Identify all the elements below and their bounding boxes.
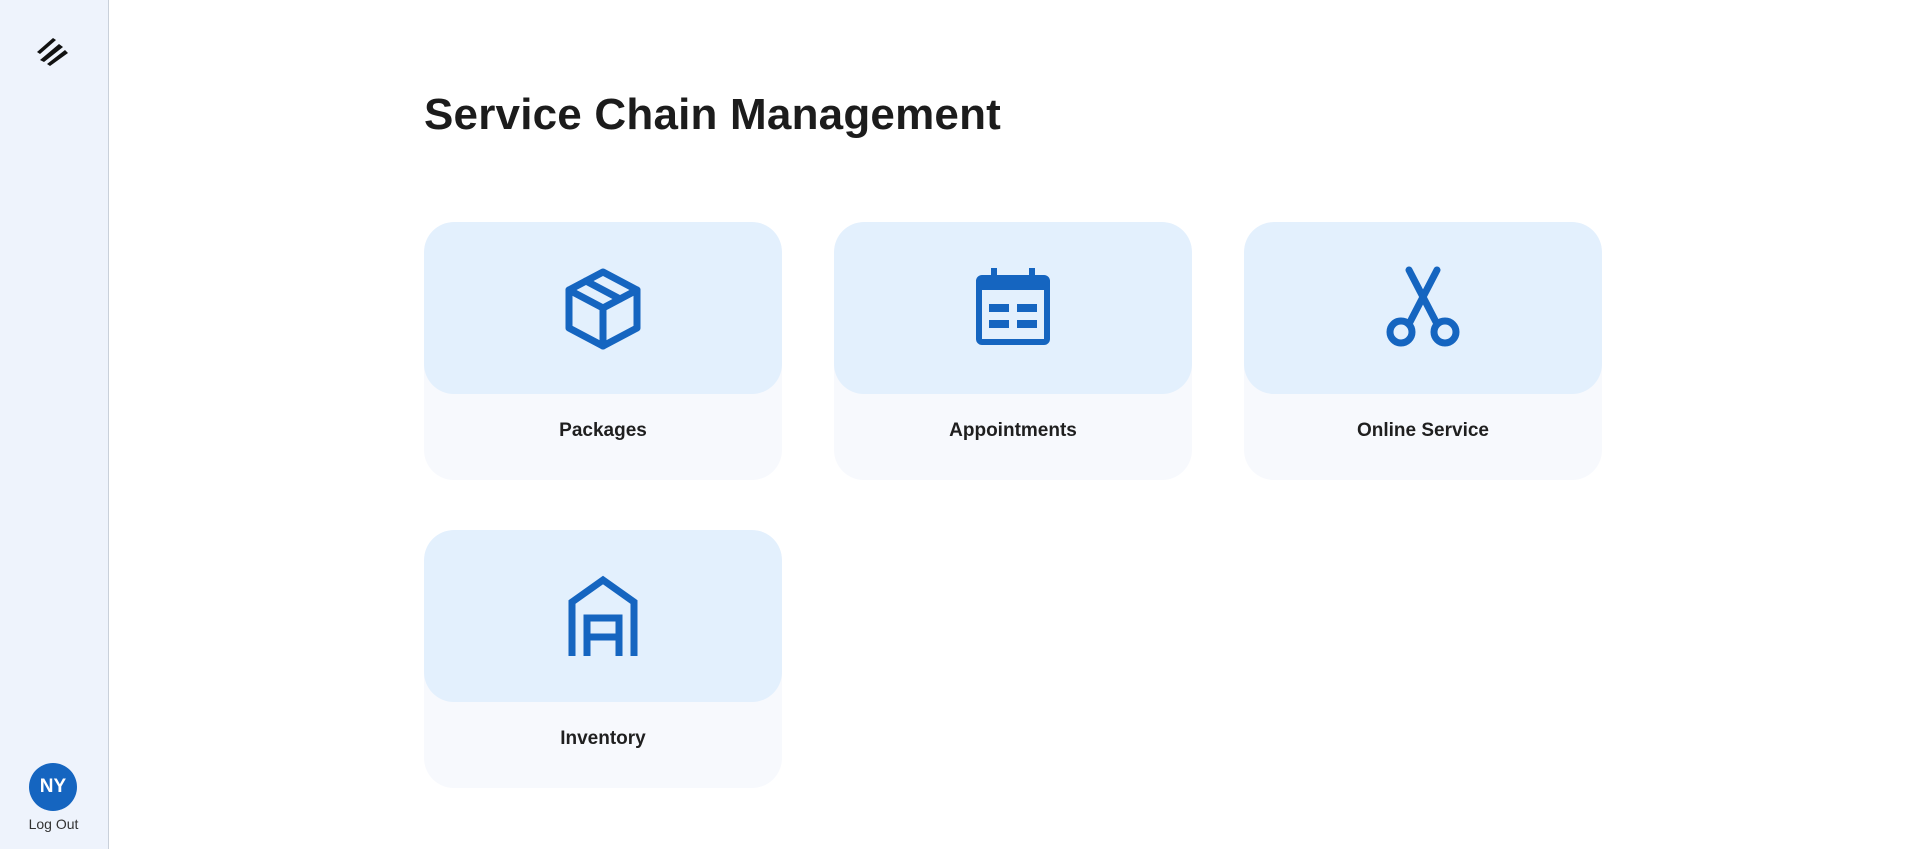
main-content: Service Chain Management Packages Appoin…	[110, 0, 1914, 849]
card-icon-area	[424, 222, 782, 394]
card-label: Appointments	[949, 420, 1077, 441]
scissors-icon	[1386, 266, 1460, 347]
page-title: Service Chain Management	[424, 90, 1001, 139]
app-logo[interactable]	[33, 30, 73, 70]
card-inventory[interactable]: Inventory	[424, 530, 782, 788]
package-box-icon	[565, 268, 641, 350]
card-label: Inventory	[560, 728, 646, 749]
calendar-icon	[976, 268, 1050, 345]
card-label: Online Service	[1356, 420, 1489, 441]
card-icon-area	[424, 530, 782, 702]
logout-link[interactable]: Log Out	[0, 816, 107, 832]
sidebar: NY Log Out	[0, 0, 109, 849]
user-avatar[interactable]: NY	[29, 763, 77, 811]
card-packages[interactable]: Packages	[424, 222, 782, 480]
warehouse-icon	[568, 575, 638, 656]
card-online-service[interactable]: Online Service	[1244, 222, 1602, 480]
card-label: Packages	[559, 420, 647, 441]
card-icon-area	[1244, 222, 1602, 394]
card-icon-area	[834, 222, 1192, 394]
feather-logo-icon	[37, 38, 68, 66]
card-appointments[interactable]: Appointments	[834, 222, 1192, 480]
